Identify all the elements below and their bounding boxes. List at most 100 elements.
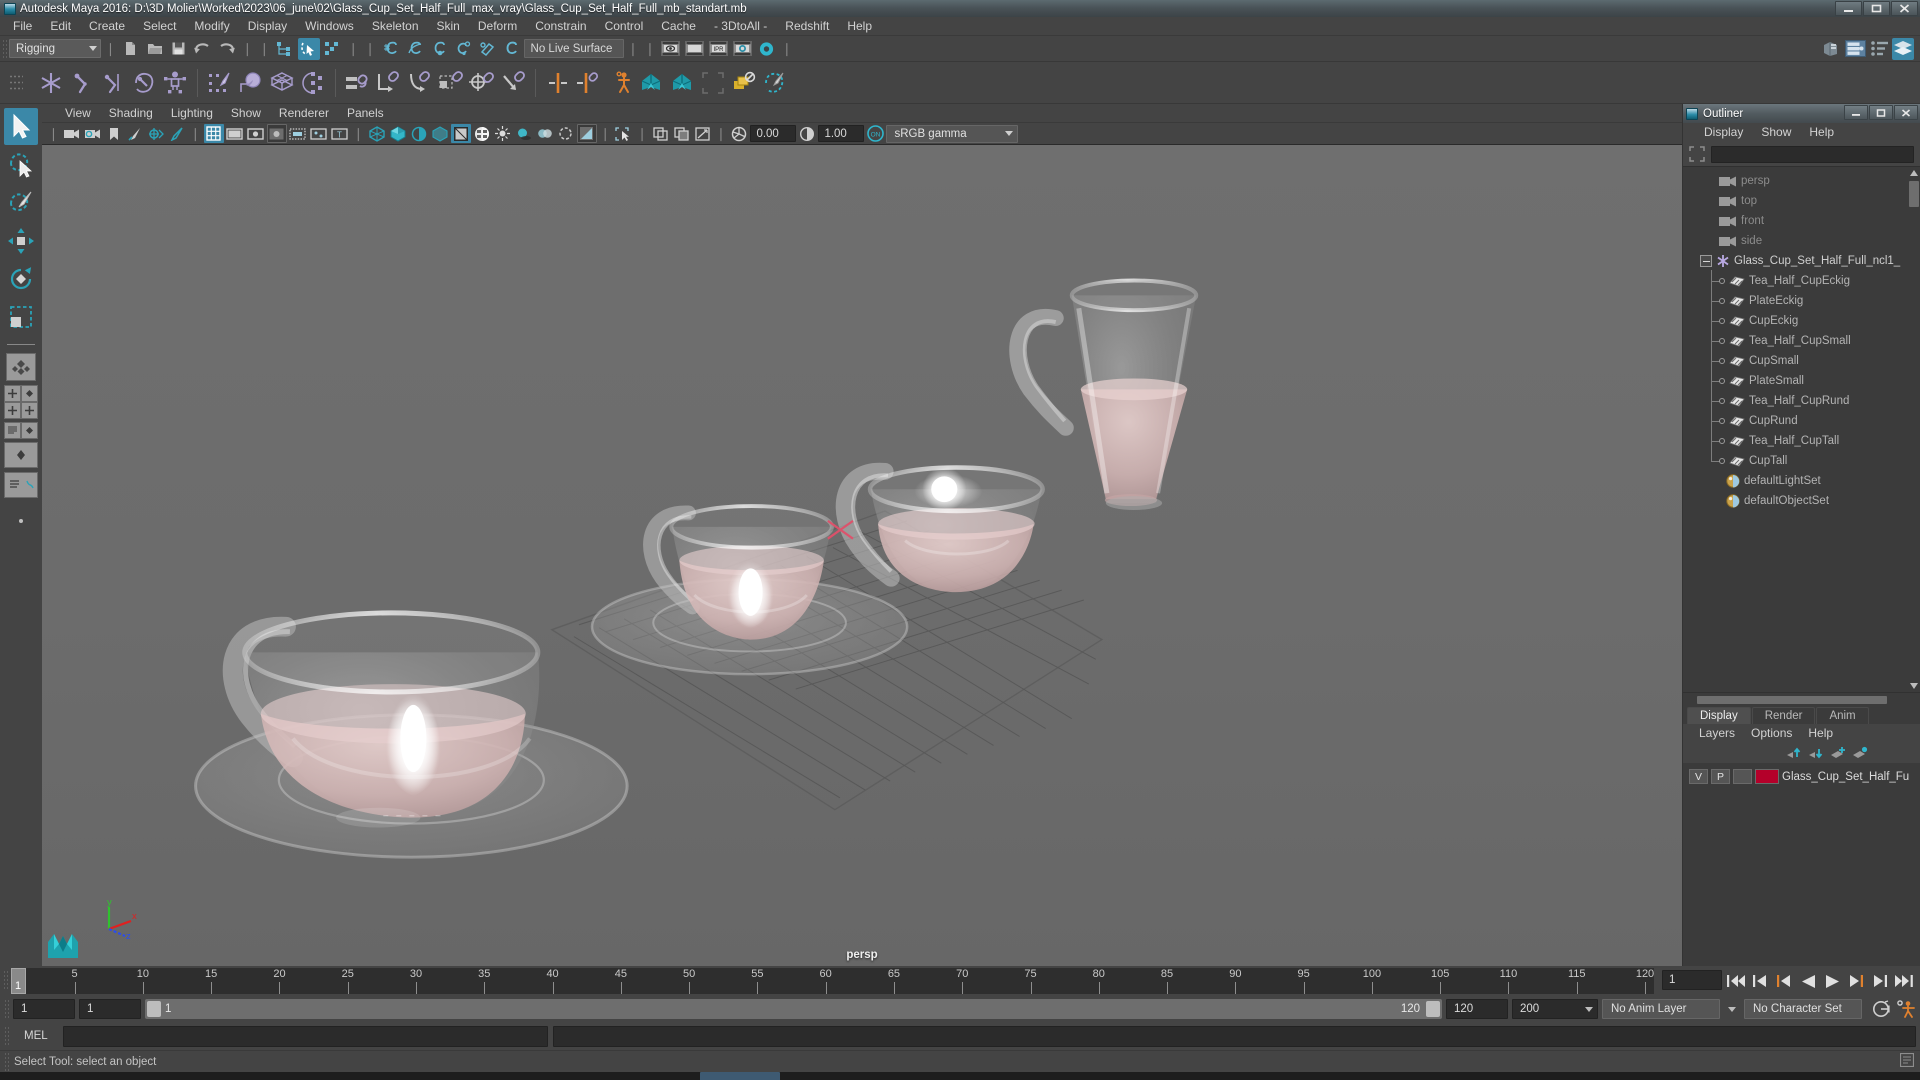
smooth-shade-selected-icon[interactable] bbox=[409, 124, 429, 143]
status-line-grip[interactable] bbox=[2, 38, 7, 59]
outliner-horizontal-scrollbar[interactable] bbox=[1683, 691, 1920, 706]
outliner-menu-help[interactable]: Help bbox=[1800, 123, 1843, 142]
character-set-selector[interactable]: No Character Set bbox=[1744, 999, 1862, 1019]
outliner-item-persp[interactable]: persp bbox=[1683, 171, 1920, 191]
select-tool[interactable] bbox=[4, 108, 38, 145]
snap-make-live-icon[interactable] bbox=[500, 38, 522, 60]
viewport-menu-panels[interactable]: Panels bbox=[338, 104, 393, 123]
character-set-2-icon[interactable] bbox=[667, 66, 697, 100]
layer-row[interactable]: V P Glass_Cup_Set_Half_Fu bbox=[1683, 768, 1920, 786]
viewport-menu-renderer[interactable]: Renderer bbox=[270, 104, 338, 123]
menu-create[interactable]: Create bbox=[80, 17, 134, 36]
screen-space-ao-icon[interactable] bbox=[535, 124, 555, 143]
snap-projected-center-icon[interactable] bbox=[452, 38, 474, 60]
mirror-joint-icon[interactable] bbox=[543, 66, 573, 100]
undo-icon[interactable] bbox=[192, 38, 214, 60]
paint-skin-weights-icon[interactable] bbox=[205, 66, 235, 100]
menu-windows[interactable]: Windows bbox=[296, 17, 363, 36]
move-layer-down-icon[interactable] bbox=[1808, 746, 1824, 760]
shadows-icon[interactable] bbox=[514, 124, 534, 143]
gate-mask-icon[interactable] bbox=[266, 124, 287, 143]
menu-set-selector[interactable]: Rigging bbox=[9, 39, 101, 58]
collapse-expander-icon[interactable] bbox=[1700, 255, 1712, 267]
command-output[interactable] bbox=[553, 1025, 1916, 1047]
snap-point-icon[interactable] bbox=[428, 38, 450, 60]
view-transform-icon[interactable]: ON bbox=[865, 124, 885, 143]
safe-title-icon[interactable]: T bbox=[330, 124, 350, 143]
live-surface-field[interactable]: No Live Surface bbox=[523, 39, 624, 58]
hypershade-icon[interactable] bbox=[755, 38, 777, 60]
step-forward-key-icon[interactable] bbox=[1846, 971, 1866, 991]
lighting-icon[interactable] bbox=[493, 124, 513, 143]
outliner-item-group-root[interactable]: Glass_Cup_Set_Half_Full_ncl1_ bbox=[1683, 251, 1920, 271]
menu-skeleton[interactable]: Skeleton bbox=[363, 17, 428, 36]
human-ik-icon[interactable] bbox=[605, 66, 635, 100]
multisample-aa-icon[interactable] bbox=[576, 124, 597, 143]
camera-attributes-icon[interactable] bbox=[83, 124, 103, 143]
select-by-component-icon[interactable] bbox=[322, 38, 344, 60]
xray-active-components-icon[interactable] bbox=[693, 124, 713, 143]
empty-shelf-slot[interactable] bbox=[698, 66, 728, 100]
menu-file[interactable]: File bbox=[4, 17, 41, 36]
step-forward-frame-icon[interactable] bbox=[1870, 971, 1890, 991]
playback-end-field[interactable]: 120 bbox=[1446, 999, 1508, 1019]
new-layer-icon[interactable] bbox=[1830, 746, 1846, 760]
orient-constraint-icon[interactable] bbox=[405, 66, 435, 100]
snap-view-plane-icon[interactable] bbox=[476, 38, 498, 60]
layer-menu-layers[interactable]: Layers bbox=[1691, 724, 1743, 743]
gamma-icon[interactable] bbox=[797, 124, 817, 143]
film-gate-icon[interactable] bbox=[225, 124, 245, 143]
move-tool[interactable] bbox=[4, 222, 38, 259]
layout-persp2-icon[interactable] bbox=[21, 422, 38, 439]
layer-shading-toggle[interactable] bbox=[1733, 769, 1752, 784]
outliner-vertical-scrollbar[interactable] bbox=[1908, 167, 1920, 692]
layer-color-swatch[interactable] bbox=[1755, 769, 1779, 784]
close-button[interactable] bbox=[1891, 1, 1918, 16]
safe-action-icon[interactable] bbox=[309, 124, 329, 143]
layout-quad-icon[interactable] bbox=[4, 385, 21, 402]
auto-keyframe-icon[interactable] bbox=[1872, 999, 1892, 1019]
layer-menu-options[interactable]: Options bbox=[1743, 724, 1800, 743]
tab-anim[interactable]: Anim bbox=[1816, 706, 1869, 724]
outliner-menu-display[interactable]: Display bbox=[1695, 123, 1752, 142]
anim-layer-selector[interactable]: No Anim Layer bbox=[1602, 999, 1720, 1019]
animation-end-field[interactable]: 200 bbox=[1512, 999, 1598, 1019]
xray-icon[interactable] bbox=[651, 124, 671, 143]
outliner-item-side[interactable]: side bbox=[1683, 231, 1920, 251]
outliner-menu-show[interactable]: Show bbox=[1752, 123, 1800, 142]
point-constraint-icon[interactable] bbox=[374, 66, 404, 100]
snap-grid-icon[interactable] bbox=[380, 38, 402, 60]
paint-weights-icon[interactable] bbox=[760, 66, 790, 100]
select-by-hierarchy-icon[interactable] bbox=[274, 38, 296, 60]
tab-render[interactable]: Render bbox=[1751, 706, 1816, 724]
exposure-field[interactable]: 0.00 bbox=[750, 125, 797, 142]
show-hide-editors-icon[interactable] bbox=[1820, 38, 1842, 60]
bind-skin-icon[interactable] bbox=[236, 66, 266, 100]
aim-constraint-icon[interactable] bbox=[467, 66, 497, 100]
animation-start-field[interactable]: 1 bbox=[13, 999, 75, 1019]
scroll-thumb[interactable] bbox=[1909, 181, 1919, 207]
ik-handle-icon[interactable] bbox=[67, 66, 97, 100]
script-editor-button[interactable] bbox=[1899, 1052, 1920, 1070]
scroll-down-arrow-icon[interactable] bbox=[1908, 680, 1920, 692]
current-time-indicator[interactable]: 1 bbox=[11, 968, 26, 994]
command-line-grip[interactable] bbox=[4, 1026, 9, 1046]
isolate-select-icon[interactable] bbox=[614, 124, 634, 143]
2d-pan-zoom-icon[interactable] bbox=[146, 124, 166, 143]
new-scene-icon[interactable] bbox=[120, 38, 142, 60]
color-management-selector[interactable]: sRGB gamma bbox=[886, 124, 1019, 143]
go-to-end-icon[interactable] bbox=[1894, 971, 1914, 991]
wireframe-icon[interactable] bbox=[367, 124, 387, 143]
play-forwards-icon[interactable] bbox=[1822, 971, 1842, 991]
ik-spline-handle-icon[interactable] bbox=[98, 66, 128, 100]
tab-display[interactable]: Display bbox=[1687, 706, 1751, 724]
taskbar-item[interactable] bbox=[700, 1072, 780, 1080]
tool-settings-icon[interactable] bbox=[1868, 38, 1890, 60]
render-view-icon[interactable] bbox=[659, 38, 681, 60]
menu-modify[interactable]: Modify bbox=[185, 17, 238, 36]
persp-graph-editor-layout[interactable] bbox=[4, 442, 38, 468]
menu-control[interactable]: Control bbox=[596, 17, 653, 36]
select-by-object-icon[interactable] bbox=[297, 37, 320, 60]
motion-blur-icon[interactable] bbox=[556, 124, 576, 143]
menu-deform[interactable]: Deform bbox=[469, 17, 526, 36]
